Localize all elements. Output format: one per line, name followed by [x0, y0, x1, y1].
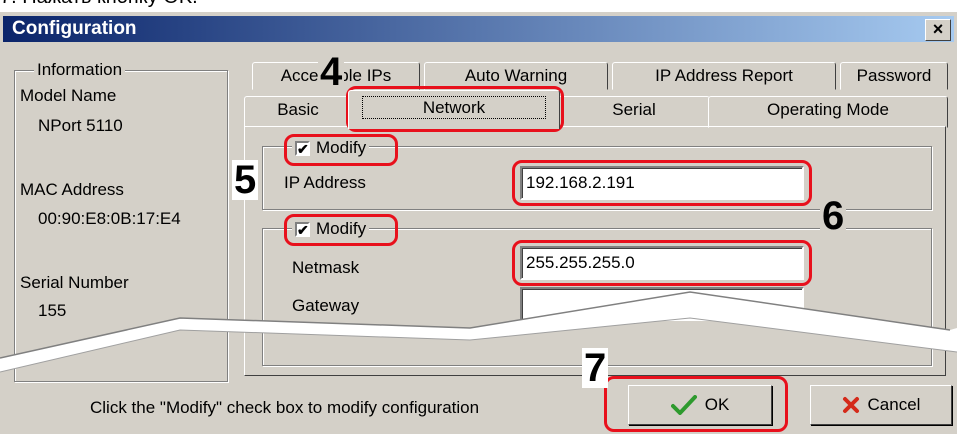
annotation-number-5: 5	[232, 158, 259, 202]
highlight-ip-field	[512, 160, 812, 206]
highlight-ok-button	[604, 376, 788, 432]
annotation-number-7: 7	[582, 346, 609, 390]
highlight-modify-2	[284, 214, 398, 246]
cancel-button[interactable]: Cancel	[810, 385, 952, 425]
x-icon	[842, 397, 859, 413]
tab-network-label: Network	[361, 96, 547, 119]
torn-edge-overlay	[0, 291, 957, 373]
cancel-button-label: Cancel	[867, 395, 921, 414]
annotation-number-6: 6	[820, 194, 847, 238]
hint-text: Click the "Modify" check box to modify c…	[90, 398, 480, 417]
annotation-number-4: 4	[318, 50, 345, 94]
highlight-netmask-field	[512, 240, 812, 286]
highlight-modify-1	[284, 134, 398, 166]
tab-network[interactable]: Network	[348, 90, 560, 129]
